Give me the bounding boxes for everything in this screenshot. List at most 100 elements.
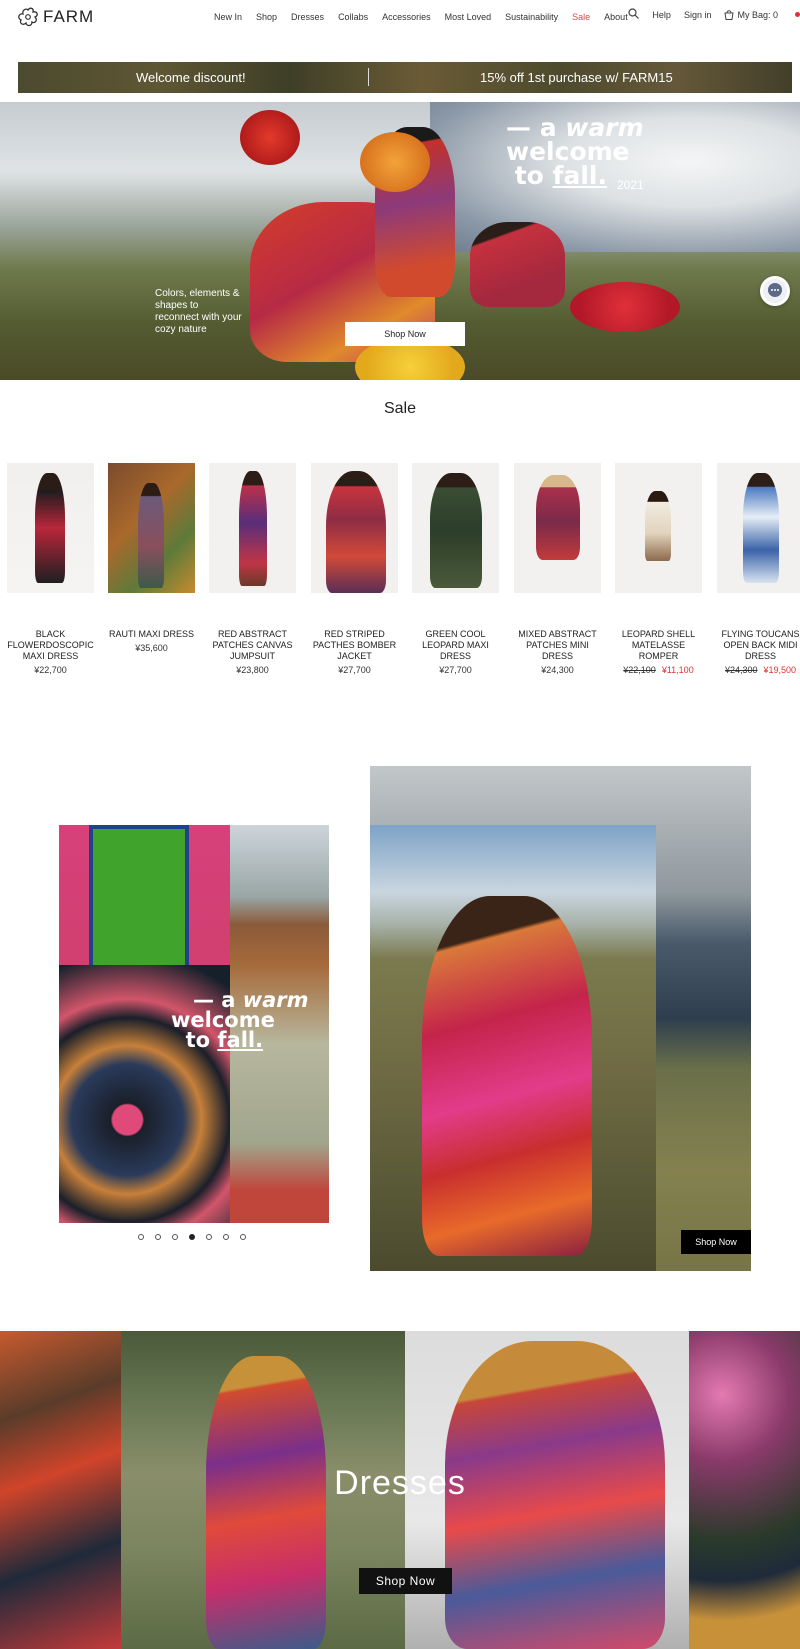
product-image[interactable] [108, 463, 195, 593]
editorial-carousel-image[interactable]: — a warm welcome to fall. [59, 825, 329, 1223]
product-card[interactable]: BLACK FLOWERDOSCOPIC MAXI DRESS ¥22,700 [7, 463, 94, 675]
signin-link[interactable]: Sign in [684, 10, 712, 20]
product-price: ¥23,800 [209, 665, 296, 675]
editorial-overlay-title: — a warm welcome to fall. [171, 990, 309, 1052]
nav-item-dresses[interactable]: Dresses [291, 12, 324, 22]
sale-section-title: Sale [383, 400, 417, 417]
carousel-dot[interactable] [223, 1234, 229, 1240]
editorial-model [422, 896, 592, 1256]
nav-item-about[interactable]: About [604, 12, 628, 22]
price-value: ¥22,700 [34, 665, 67, 675]
product-price: ¥27,700 [311, 665, 398, 675]
product-image[interactable] [717, 463, 800, 593]
promo-code: 15% off 1st purchase w/ FARM15 [480, 70, 673, 85]
help-link[interactable]: Help [652, 10, 671, 20]
product-name[interactable]: FLYING TOUCANS OPEN BACK MIDI DRESS [717, 629, 800, 662]
hero-banner: — a warm welcome to fall. 2021 Colors, e… [0, 102, 800, 380]
hero-shop-now-button[interactable]: Shop Now [345, 322, 465, 346]
product-name[interactable]: BLACK FLOWERDOSCOPIC MAXI DRESS [7, 629, 94, 662]
product-card[interactable]: MIXED ABSTRACT PATCHES MINI DRESS ¥24,30… [514, 463, 601, 675]
promo-divider [368, 68, 369, 86]
carousel-dot[interactable] [206, 1234, 212, 1240]
main-nav: New In Shop Dresses Collabs Accessories … [214, 12, 642, 22]
bag-link[interactable]: My Bag: 0 [724, 9, 791, 20]
nav-item-shop[interactable]: Shop [256, 12, 277, 22]
site-header: FARM New In Shop Dresses Collabs Accesso… [0, 0, 800, 36]
product-card[interactable]: LEOPARD SHELL MATELASSE ROMPER ¥22,100 ¥1… [615, 463, 702, 675]
utility-nav: Help Sign in My Bag: 0 [628, 8, 800, 21]
chat-button[interactable] [760, 276, 790, 306]
product-price: ¥24,300 ¥19,500 [717, 665, 800, 675]
overlay-fall: fall. [217, 1028, 264, 1052]
old-price: ¥22,100 [623, 665, 656, 675]
nav-item-collabs[interactable]: Collabs [338, 12, 368, 22]
product-card[interactable]: RED STRIPED PACTHES BOMBER JACKET ¥27,70… [311, 463, 398, 675]
editorial-feature-image[interactable] [370, 766, 751, 1271]
product-price: ¥24,300 [514, 665, 601, 675]
product-card[interactable]: GREEN COOL LEOPARD MAXI DRESS ¥27,700 [412, 463, 499, 675]
product-name[interactable]: LEOPARD SHELL MATELASSE ROMPER [615, 629, 702, 662]
brand-name: FARM [43, 7, 95, 26]
hero-flower-3 [570, 282, 680, 332]
carousel-pagination [138, 1234, 246, 1240]
promo-banner[interactable]: Welcome discount! 15% off 1st purchase w… [18, 62, 792, 93]
product-image[interactable] [209, 463, 296, 593]
dresses-title: Dresses [334, 1464, 466, 1502]
product-image[interactable] [7, 463, 94, 593]
carousel-dot[interactable] [172, 1234, 178, 1240]
hero-year: 2021 [617, 178, 644, 192]
dresses-category-banner[interactable]: Dresses Shop Now [0, 1331, 800, 1649]
hero-subtitle: Colors, elements & shapes to reconnect w… [155, 288, 242, 335]
product-name[interactable]: GREEN COOL LEOPARD MAXI DRESS [412, 629, 499, 662]
product-price: ¥27,700 [412, 665, 499, 675]
product-price: ¥35,600 [108, 643, 195, 653]
product-image[interactable] [615, 463, 702, 593]
hero-title-to: to [514, 161, 544, 190]
nav-item-sale[interactable]: Sale [572, 12, 590, 22]
notification-dot [795, 12, 800, 17]
sale-price: ¥19,500 [763, 665, 797, 675]
price-value: ¥27,700 [338, 665, 371, 675]
search-button[interactable] [628, 8, 640, 21]
product-image[interactable] [412, 463, 499, 593]
carousel-dot[interactable] [240, 1234, 246, 1240]
chat-icon [768, 283, 782, 297]
nav-item-new-in[interactable]: New In [214, 12, 242, 22]
product-name[interactable]: MIXED ABSTRACT PATCHES MINI DRESS [514, 629, 601, 662]
editorial-door [89, 825, 189, 975]
product-card[interactable]: FLYING TOUCANS OPEN BACK MIDI DRESS ¥24,… [717, 463, 800, 675]
promo-welcome: Welcome discount! [136, 70, 246, 85]
product-card[interactable]: RED ABSTRACT PATCHES CANVAS JUMPSUIT ¥23… [209, 463, 296, 675]
nav-item-sustainability[interactable]: Sustainability [505, 12, 558, 22]
hero-flower-1 [240, 110, 300, 165]
carousel-dot[interactable] [138, 1234, 144, 1240]
product-image[interactable] [311, 463, 398, 593]
hero-title-fall: fall. [552, 161, 607, 190]
price-value: ¥24,300 [541, 665, 574, 675]
product-price: ¥22,700 [7, 665, 94, 675]
nav-item-accessories[interactable]: Accessories [382, 12, 431, 22]
product-name[interactable]: RED ABSTRACT PATCHES CANVAS JUMPSUIT [209, 629, 296, 662]
bag-count: My Bag: 0 [737, 9, 778, 20]
brand-logo[interactable]: FARM [17, 7, 94, 27]
overlay-to: to [185, 1028, 211, 1052]
product-name[interactable]: RED STRIPED PACTHES BOMBER JACKET [311, 629, 398, 662]
product-image[interactable] [514, 463, 601, 593]
carousel-dot[interactable] [155, 1234, 161, 1240]
carousel-dot-active[interactable] [189, 1234, 195, 1240]
hero-model-4 [470, 222, 565, 307]
product-price: ¥22,100 ¥11,100 [615, 665, 702, 675]
sale-price: ¥11,100 [661, 665, 694, 675]
old-price: ¥24,300 [724, 665, 758, 675]
product-name[interactable]: RAUTI MAXI DRESS [108, 629, 195, 640]
editorial-shop-now-button[interactable]: Shop Now [681, 1230, 751, 1254]
flower-icon [18, 7, 38, 27]
search-icon [628, 8, 640, 19]
price-value: ¥35,600 [135, 643, 168, 653]
dresses-shop-now-button[interactable]: Shop Now [359, 1568, 452, 1594]
price-value: ¥23,800 [236, 665, 269, 675]
hero-flower-2 [360, 132, 430, 192]
product-card[interactable]: RAUTI MAXI DRESS ¥35,600 [108, 463, 195, 653]
nav-item-most-loved[interactable]: Most Loved [445, 12, 492, 22]
bag-icon [724, 10, 735, 20]
